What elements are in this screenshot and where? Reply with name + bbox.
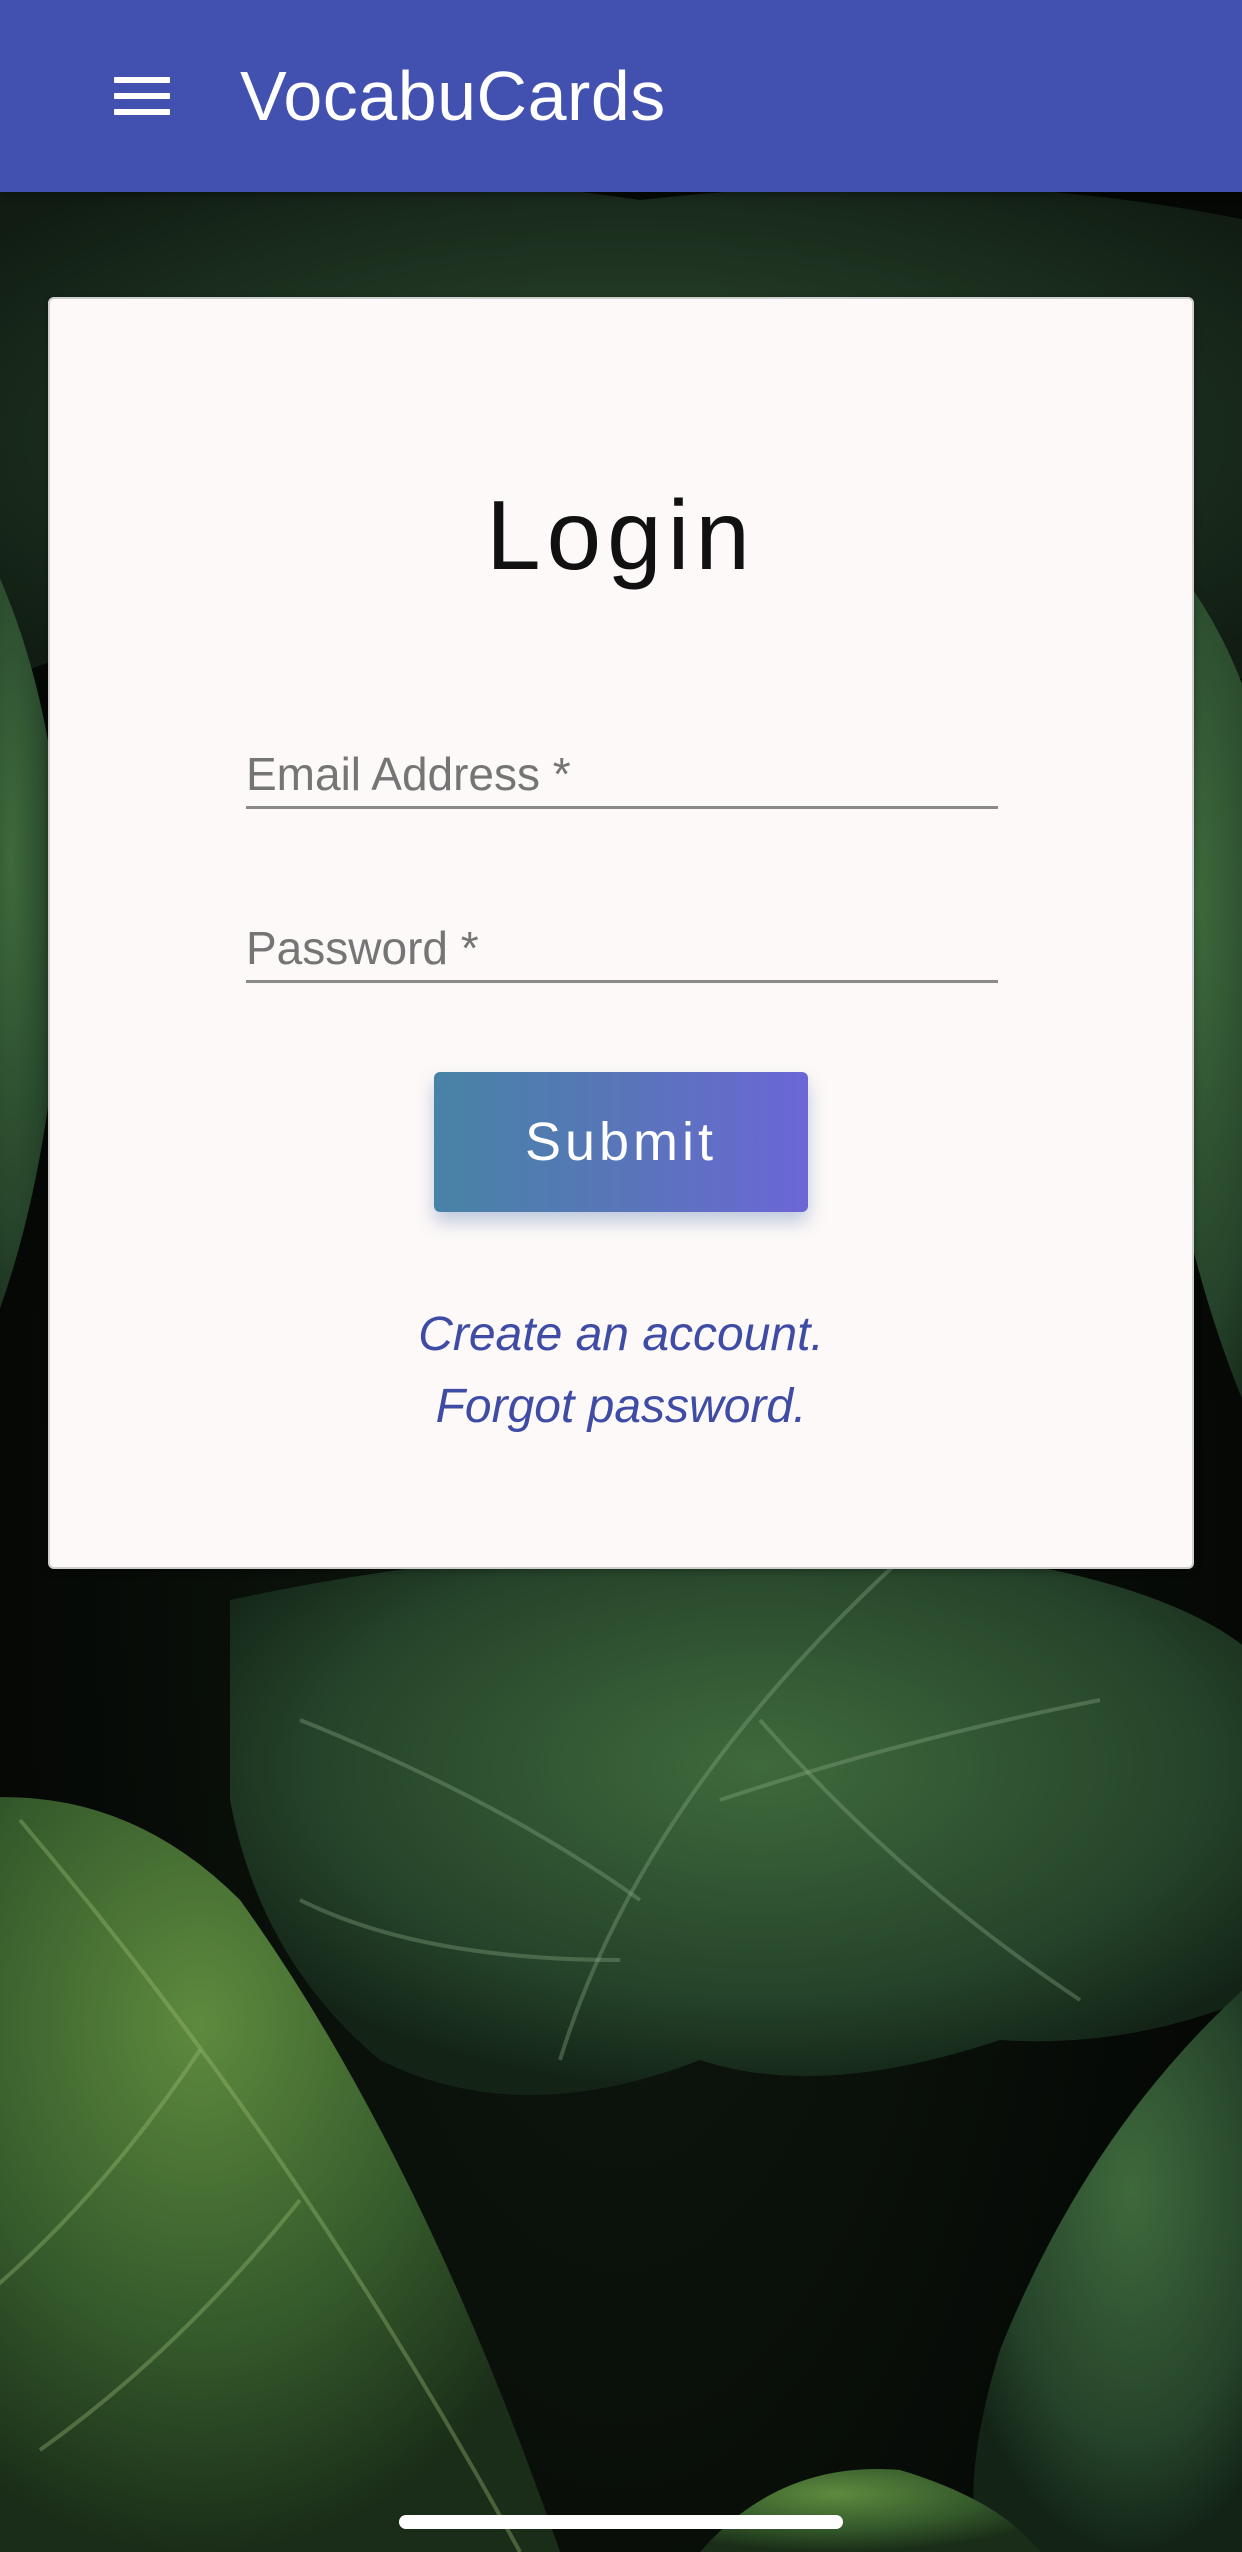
email-field[interactable]: Email Address * bbox=[246, 719, 998, 809]
app-bar: VocabuCards bbox=[0, 0, 1242, 192]
email-input[interactable] bbox=[246, 719, 998, 806]
account-links: Create an account. Forgot password. bbox=[50, 1299, 1192, 1443]
home-indicator[interactable] bbox=[399, 2515, 843, 2529]
create-account-link[interactable]: Create an account. bbox=[50, 1299, 1192, 1371]
submit-button[interactable]: Submit bbox=[434, 1072, 808, 1212]
forgot-password-link[interactable]: Forgot password. bbox=[50, 1371, 1192, 1443]
login-card: Login Email Address * Password * Submit … bbox=[48, 297, 1194, 1569]
hamburger-menu-icon[interactable] bbox=[96, 56, 192, 136]
password-field[interactable]: Password * bbox=[246, 893, 998, 983]
password-input[interactable] bbox=[246, 893, 998, 980]
login-title: Login bbox=[486, 480, 756, 590]
app-title: VocabuCards bbox=[240, 57, 666, 135]
